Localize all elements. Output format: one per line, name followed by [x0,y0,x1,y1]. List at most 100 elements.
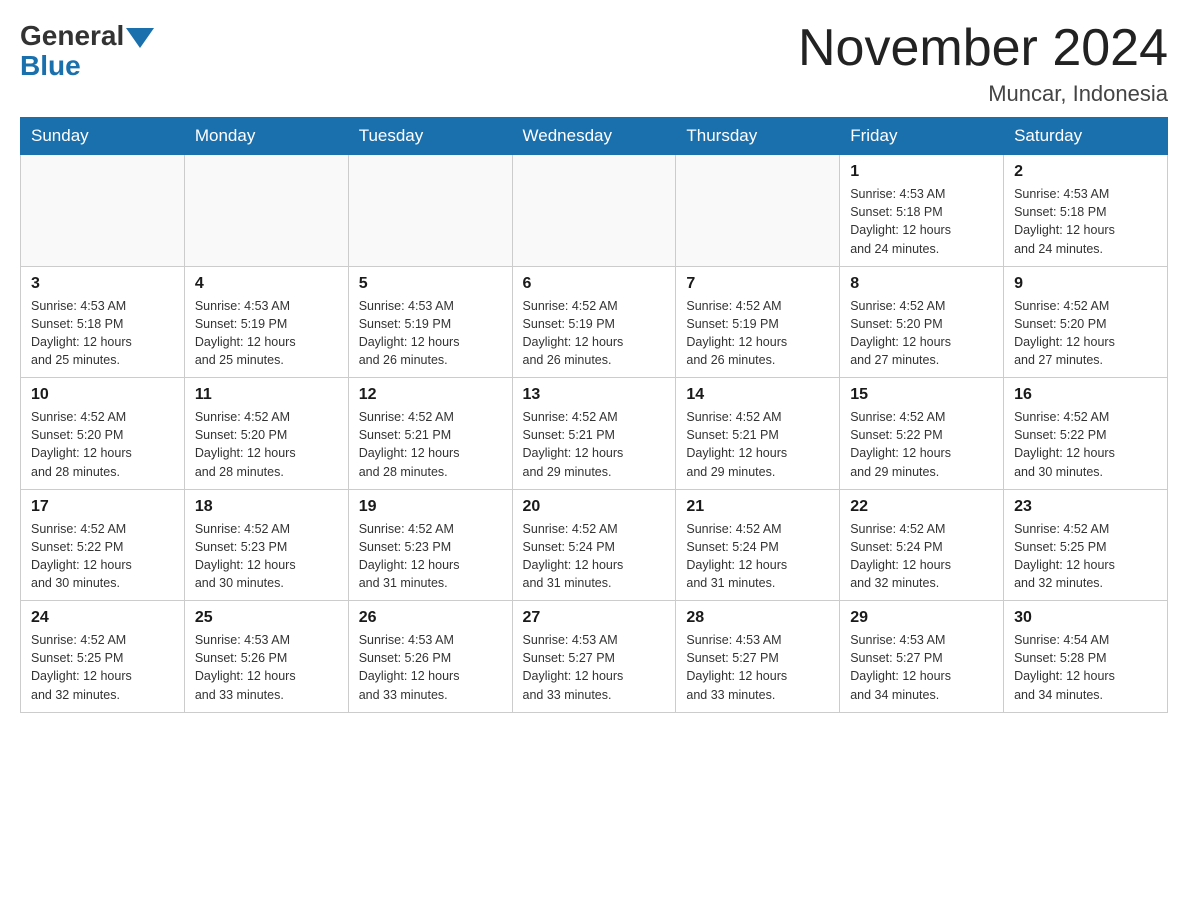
calendar-cell: 12 Sunrise: 4:52 AM Sunset: 5:21 PM Dayli… [348,378,512,490]
day-info: Sunrise: 4:53 AM Sunset: 5:27 PM Dayligh… [850,631,993,704]
calendar-header-row: SundayMondayTuesdayWednesdayThursdayFrid… [21,118,1168,155]
calendar-cell: 24 Sunrise: 4:52 AM Sunset: 5:25 PM Dayli… [21,601,185,713]
day-info: Sunrise: 4:52 AM Sunset: 5:20 PM Dayligh… [195,408,338,481]
calendar-cell: 17Sunrise: 4:52 AM Sunset: 5:22 PM Dayli… [21,489,185,601]
calendar-header-saturday: Saturday [1004,118,1168,155]
day-info: Sunrise: 4:53 AM Sunset: 5:27 PM Dayligh… [523,631,666,704]
calendar-cell: 18 Sunrise: 4:52 AM Sunset: 5:23 PM Dayli… [184,489,348,601]
day-info: Sunrise: 4:52 AM Sunset: 5:22 PM Dayligh… [1014,408,1157,481]
day-info: Sunrise: 4:53 AM Sunset: 5:26 PM Dayligh… [195,631,338,704]
day-number: 16 [1014,386,1157,404]
day-info: Sunrise: 4:52 AM Sunset: 5:20 PM Dayligh… [1014,297,1157,370]
day-number: 15 [850,386,993,404]
day-info: Sunrise: 4:52 AM Sunset: 5:25 PM Dayligh… [1014,520,1157,593]
calendar-cell: 1 Sunrise: 4:53 AM Sunset: 5:18 PM Daylig… [840,155,1004,267]
day-number: 5 [359,275,502,293]
day-number: 26 [359,609,502,627]
day-number: 8 [850,275,993,293]
logo-general-text: General [20,20,124,52]
day-info: Sunrise: 4:52 AM Sunset: 5:24 PM Dayligh… [523,520,666,593]
calendar-cell [184,155,348,267]
calendar-cell: 30 Sunrise: 4:54 AM Sunset: 5:28 PM Dayli… [1004,601,1168,713]
calendar-header-thursday: Thursday [676,118,840,155]
day-number: 6 [523,275,666,293]
day-info: Sunrise: 4:52 AM Sunset: 5:21 PM Dayligh… [686,408,829,481]
calendar-cell: 16 Sunrise: 4:52 AM Sunset: 5:22 PM Dayli… [1004,378,1168,490]
day-info: Sunrise: 4:53 AM Sunset: 5:26 PM Dayligh… [359,631,502,704]
logo-blue-text: Blue [20,50,81,82]
day-info: Sunrise: 4:53 AM Sunset: 5:18 PM Dayligh… [1014,185,1157,258]
day-number: 7 [686,275,829,293]
day-number: 25 [195,609,338,627]
day-number: 12 [359,386,502,404]
day-info: Sunrise: 4:53 AM Sunset: 5:27 PM Dayligh… [686,631,829,704]
day-number: 2 [1014,163,1157,181]
day-info: Sunrise: 4:52 AM Sunset: 5:20 PM Dayligh… [850,297,993,370]
calendar-cell: 25 Sunrise: 4:53 AM Sunset: 5:26 PM Dayli… [184,601,348,713]
day-info: Sunrise: 4:52 AM Sunset: 5:23 PM Dayligh… [359,520,502,593]
calendar-cell: 7 Sunrise: 4:52 AM Sunset: 5:19 PM Daylig… [676,266,840,378]
day-info: Sunrise: 4:52 AM Sunset: 5:20 PM Dayligh… [31,408,174,481]
day-info: Sunrise: 4:53 AM Sunset: 5:19 PM Dayligh… [195,297,338,370]
calendar-cell: 29 Sunrise: 4:53 AM Sunset: 5:27 PM Dayli… [840,601,1004,713]
calendar-cell [512,155,676,267]
calendar-cell [676,155,840,267]
calendar-header-monday: Monday [184,118,348,155]
day-number: 27 [523,609,666,627]
calendar-cell: 9Sunrise: 4:52 AM Sunset: 5:20 PM Daylig… [1004,266,1168,378]
calendar-cell [348,155,512,267]
day-number: 11 [195,386,338,404]
calendar-cell: 21 Sunrise: 4:52 AM Sunset: 5:24 PM Dayli… [676,489,840,601]
day-number: 14 [686,386,829,404]
day-number: 17 [31,498,174,516]
day-number: 19 [359,498,502,516]
day-number: 4 [195,275,338,293]
day-info: Sunrise: 4:53 AM Sunset: 5:19 PM Dayligh… [359,297,502,370]
calendar-cell: 4 Sunrise: 4:53 AM Sunset: 5:19 PM Daylig… [184,266,348,378]
calendar-cell: 28 Sunrise: 4:53 AM Sunset: 5:27 PM Dayli… [676,601,840,713]
day-number: 28 [686,609,829,627]
calendar-cell: 22 Sunrise: 4:52 AM Sunset: 5:24 PM Dayli… [840,489,1004,601]
day-number: 30 [1014,609,1157,627]
day-number: 20 [523,498,666,516]
calendar-header-friday: Friday [840,118,1004,155]
calendar-cell: 19 Sunrise: 4:52 AM Sunset: 5:23 PM Dayli… [348,489,512,601]
day-number: 3 [31,275,174,293]
day-info: Sunrise: 4:52 AM Sunset: 5:19 PM Dayligh… [686,297,829,370]
day-number: 29 [850,609,993,627]
day-info: Sunrise: 4:52 AM Sunset: 5:19 PM Dayligh… [523,297,666,370]
day-number: 21 [686,498,829,516]
day-info: Sunrise: 4:54 AM Sunset: 5:28 PM Dayligh… [1014,631,1157,704]
location-subtitle: Muncar, Indonesia [798,81,1168,107]
day-info: Sunrise: 4:53 AM Sunset: 5:18 PM Dayligh… [31,297,174,370]
calendar-cell: 8 Sunrise: 4:52 AM Sunset: 5:20 PM Daylig… [840,266,1004,378]
calendar-cell: 5 Sunrise: 4:53 AM Sunset: 5:19 PM Daylig… [348,266,512,378]
day-number: 22 [850,498,993,516]
day-number: 10 [31,386,174,404]
title-area: November 2024 Muncar, Indonesia [798,20,1168,107]
day-number: 13 [523,386,666,404]
week-row-2: 3 Sunrise: 4:53 AM Sunset: 5:18 PM Daylig… [21,266,1168,378]
day-info: Sunrise: 4:52 AM Sunset: 5:21 PM Dayligh… [359,408,502,481]
day-info: Sunrise: 4:52 AM Sunset: 5:23 PM Dayligh… [195,520,338,593]
day-info: Sunrise: 4:52 AM Sunset: 5:24 PM Dayligh… [686,520,829,593]
day-info: Sunrise: 4:52 AM Sunset: 5:25 PM Dayligh… [31,631,174,704]
week-row-4: 17Sunrise: 4:52 AM Sunset: 5:22 PM Dayli… [21,489,1168,601]
calendar-cell: 26 Sunrise: 4:53 AM Sunset: 5:26 PM Dayli… [348,601,512,713]
page-header: General Blue November 2024 Muncar, Indon… [20,20,1168,107]
day-number: 24 [31,609,174,627]
calendar-cell: 10 Sunrise: 4:52 AM Sunset: 5:20 PM Dayli… [21,378,185,490]
day-info: Sunrise: 4:53 AM Sunset: 5:18 PM Dayligh… [850,185,993,258]
month-year-title: November 2024 [798,20,1168,77]
calendar-cell: 3 Sunrise: 4:53 AM Sunset: 5:18 PM Daylig… [21,266,185,378]
day-number: 18 [195,498,338,516]
calendar-cell: 15Sunrise: 4:52 AM Sunset: 5:22 PM Dayli… [840,378,1004,490]
calendar-header-tuesday: Tuesday [348,118,512,155]
calendar-cell [21,155,185,267]
day-number: 1 [850,163,993,181]
calendar-cell: 27 Sunrise: 4:53 AM Sunset: 5:27 PM Dayli… [512,601,676,713]
day-info: Sunrise: 4:52 AM Sunset: 5:24 PM Dayligh… [850,520,993,593]
day-info: Sunrise: 4:52 AM Sunset: 5:21 PM Dayligh… [523,408,666,481]
week-row-1: 1 Sunrise: 4:53 AM Sunset: 5:18 PM Daylig… [21,155,1168,267]
calendar-cell: 11 Sunrise: 4:52 AM Sunset: 5:20 PM Dayli… [184,378,348,490]
